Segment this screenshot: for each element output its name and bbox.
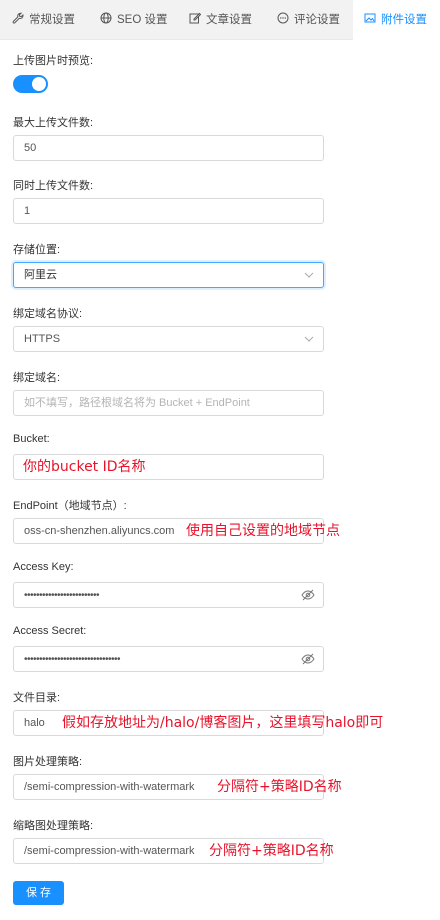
protocol-label: 绑定域名协议: — [13, 308, 83, 320]
directory-label: 文件目录: — [13, 692, 61, 704]
access-secret-label: Access Secret: — [13, 625, 87, 637]
toggle-knob — [32, 77, 46, 91]
tab-general[interactable]: 常规设置 — [12, 0, 75, 40]
tab-attachment[interactable]: 附件设置 — [353, 0, 440, 41]
endpoint-annotation: 使用自己设置的地域节点 — [186, 523, 340, 539]
protocol-value: HTTPS — [24, 333, 61, 345]
thumb-policy-annotation: 分隔符+策略ID名称 — [209, 843, 334, 859]
tab-label: 常规设置 — [29, 14, 75, 26]
image-icon — [364, 13, 376, 23]
max-files-label: 最大上传文件数: — [13, 117, 94, 129]
access-key-value: ••••••••••••••••••••••••• — [24, 590, 100, 601]
settings-tab-bar: 常规设置 SEO 设置 文章设置 评论设置 附件设置 — [0, 0, 440, 41]
concurrent-label: 同时上传文件数: — [13, 180, 94, 192]
eye-invisible-icon[interactable] — [301, 589, 315, 601]
bucket-annotation: 你的bucket ID名称 — [23, 459, 146, 475]
tab-post[interactable]: 文章设置 — [189, 0, 252, 40]
max-files-input[interactable]: 50 — [13, 135, 324, 161]
directory-annotation: 假如存放地址为/halo/博客图片，这里填写halo即可 — [62, 715, 384, 731]
storage-label: 存储位置: — [13, 244, 61, 256]
tab-label: 附件设置 — [381, 14, 427, 26]
access-key-input[interactable]: ••••••••••••••••••••••••• — [13, 582, 324, 608]
protocol-select[interactable]: HTTPS — [13, 326, 324, 352]
bucket-label: Bucket: — [13, 433, 50, 445]
preview-label: 上传图片时预览: — [13, 55, 94, 67]
access-key-label: Access Key: — [13, 561, 74, 573]
concurrent-input[interactable]: 1 — [13, 198, 324, 224]
storage-select[interactable]: 阿里云 — [13, 262, 324, 288]
chevron-down-icon — [304, 272, 314, 278]
tab-comment[interactable]: 评论设置 — [277, 0, 340, 40]
image-policy-annotation: 分隔符+策略ID名称 — [217, 779, 342, 795]
access-secret-input[interactable]: •••••••••••••••••••••••••••••••• — [13, 646, 324, 672]
wrench-icon — [12, 12, 24, 24]
thumb-policy-label: 缩略图处理策略: — [13, 820, 94, 832]
endpoint-label: EndPoint（地域节点）: — [13, 500, 127, 512]
tab-label: SEO 设置 — [117, 14, 168, 26]
tab-label: 评论设置 — [294, 14, 340, 26]
tab-label: 文章设置 — [206, 14, 252, 26]
edit-icon — [189, 12, 201, 24]
storage-value: 阿里云 — [24, 269, 57, 281]
image-policy-label: 图片处理策略: — [13, 756, 83, 768]
preview-toggle[interactable] — [13, 75, 48, 93]
tab-seo[interactable]: SEO 设置 — [100, 0, 167, 40]
domain-label: 绑定域名: — [13, 372, 61, 384]
access-secret-value: •••••••••••••••••••••••••••••••• — [24, 654, 121, 665]
domain-input[interactable]: 如不填写，路径根域名将为 Bucket + EndPoint — [13, 390, 324, 416]
chevron-down-icon — [304, 336, 314, 342]
globe-icon — [100, 12, 112, 24]
save-button[interactable]: 保 存 — [13, 881, 64, 905]
eye-invisible-icon[interactable] — [301, 653, 315, 665]
comment-icon — [277, 12, 289, 24]
